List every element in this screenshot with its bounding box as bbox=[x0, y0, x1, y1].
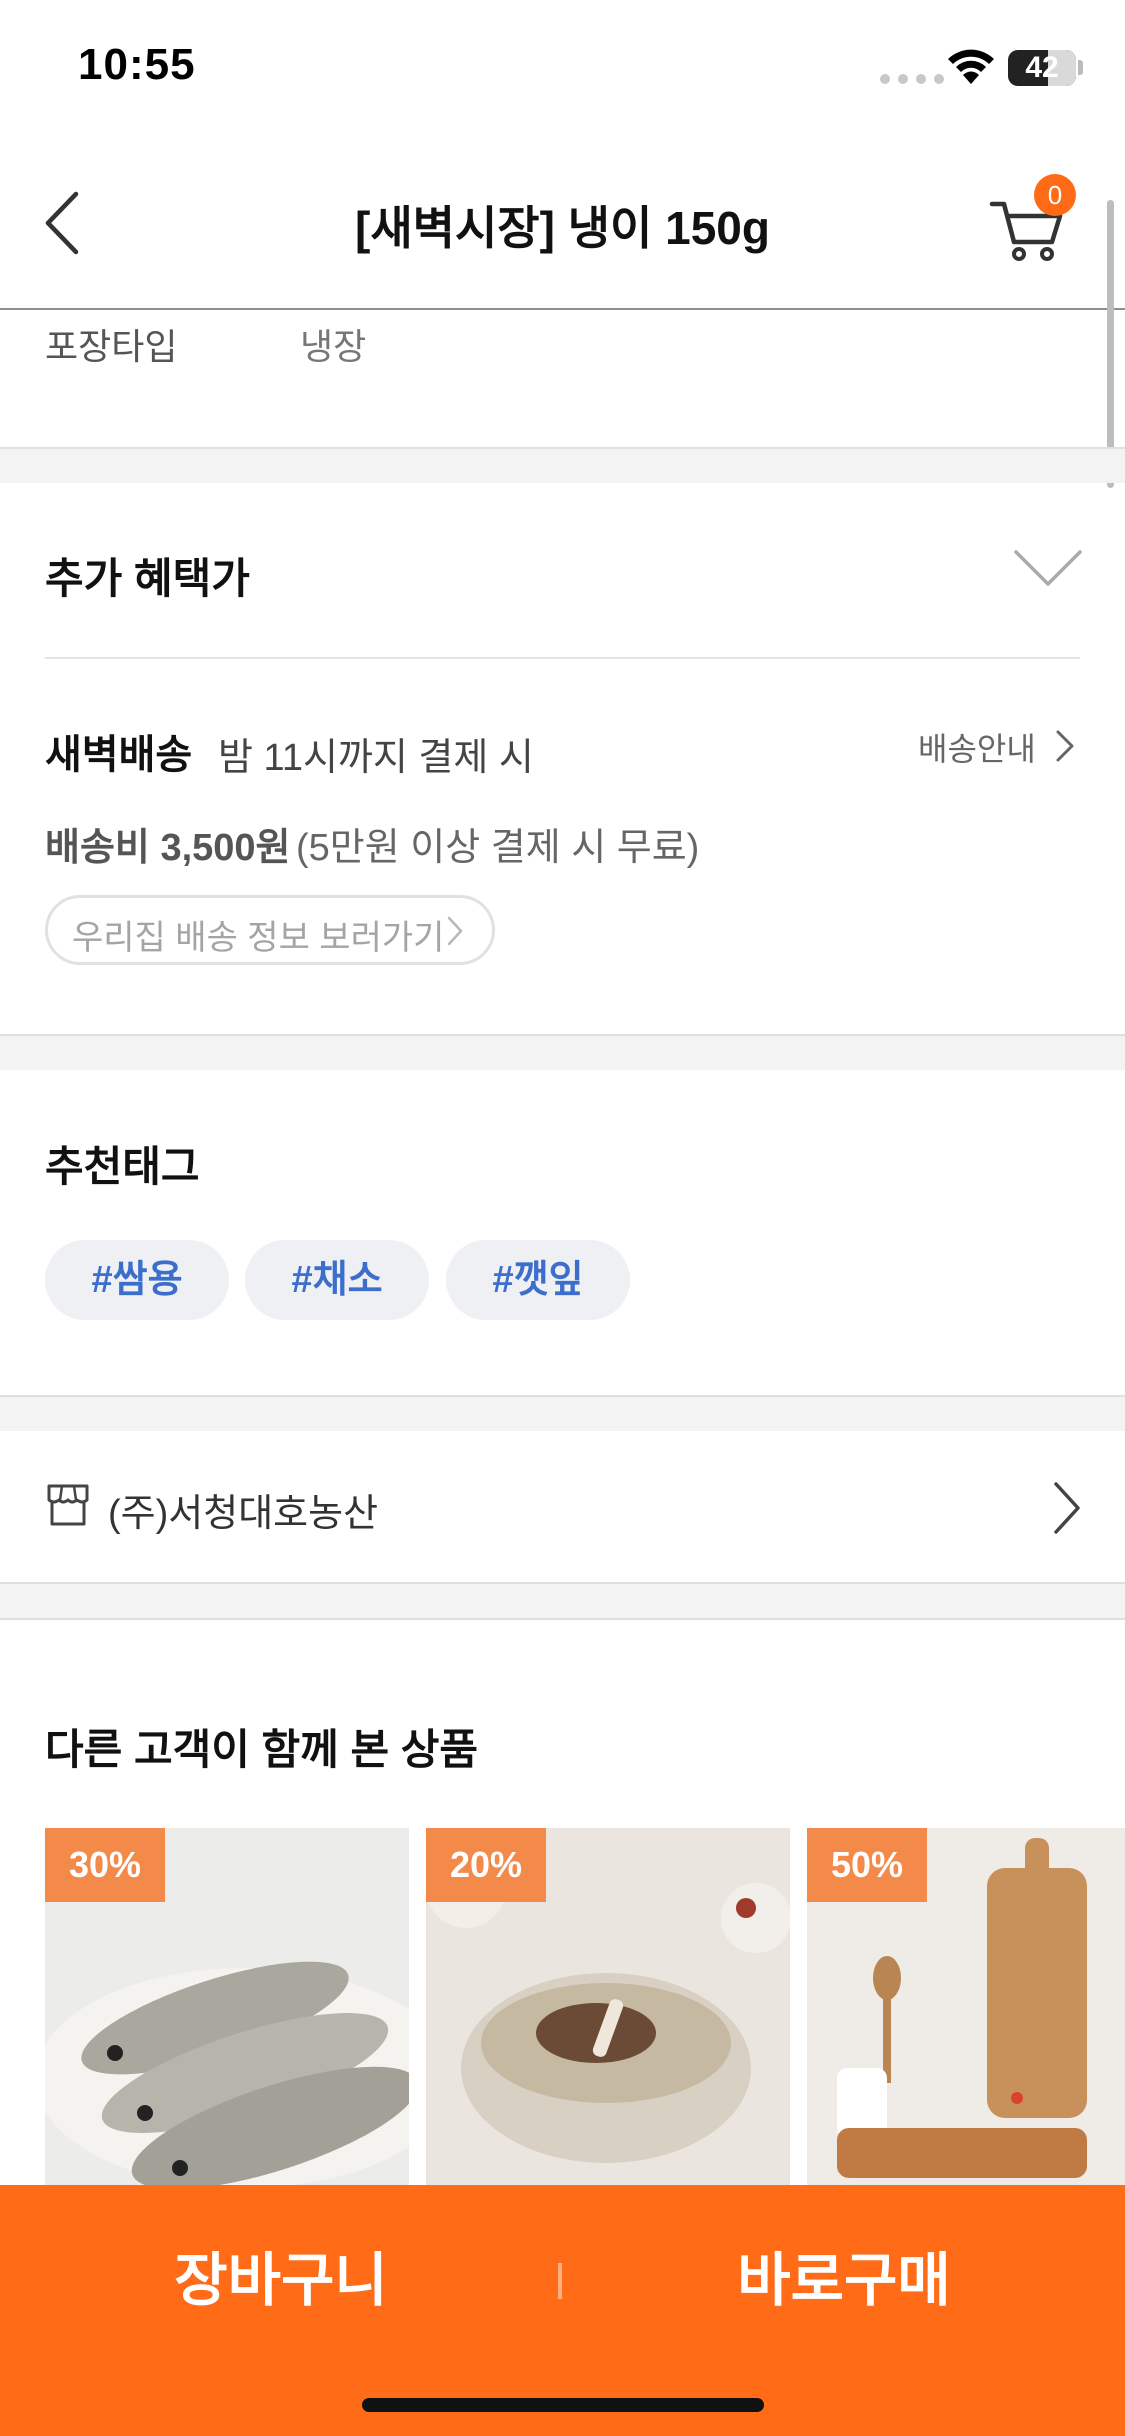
divider bbox=[45, 657, 1080, 659]
recommended-tags-title: 추천태그 bbox=[45, 1143, 200, 1190]
section-gap bbox=[0, 449, 1125, 483]
discount-badge: 20% bbox=[426, 1828, 546, 1902]
chevron-right-icon[interactable] bbox=[1052, 1480, 1082, 1536]
cart-count-badge: 0 bbox=[1034, 174, 1076, 216]
tag-chip[interactable]: #채소 bbox=[245, 1240, 429, 1320]
shipping-type: 새벽배송 bbox=[45, 733, 193, 777]
chevron-right-icon[interactable] bbox=[1054, 728, 1076, 764]
battery-icon: 42 bbox=[1008, 50, 1076, 86]
product-card[interactable]: 20% bbox=[426, 1828, 790, 2188]
cellular-signal-icon bbox=[880, 74, 944, 84]
battery-level: 42 bbox=[1025, 51, 1059, 84]
chevron-right-icon bbox=[447, 916, 463, 946]
scrollbar[interactable] bbox=[1107, 200, 1114, 488]
section-gap bbox=[0, 1036, 1125, 1070]
shipping-deadline: 밤 11시까지 결제 시 bbox=[218, 737, 534, 779]
product-card[interactable]: 50% bbox=[807, 1828, 1125, 2188]
button-separator bbox=[558, 2263, 562, 2299]
shipping-guide-link[interactable]: 배송안내 bbox=[918, 724, 1036, 770]
delivery-info-label: 우리집 배송 정보 보러가기 bbox=[72, 919, 445, 957]
seller-name[interactable]: (주)서청대호농산 bbox=[108, 1482, 378, 1537]
home-indicator[interactable] bbox=[362, 2398, 764, 2412]
section-gap bbox=[0, 1584, 1125, 1618]
packaging-value: 냉장 bbox=[300, 326, 367, 367]
benefit-title[interactable]: 추가 혜택가 bbox=[45, 545, 250, 606]
product-card[interactable]: 30% bbox=[45, 1828, 409, 2188]
discount-badge: 30% bbox=[45, 1828, 165, 1902]
section-gap bbox=[0, 1397, 1125, 1431]
tag-chip[interactable]: #깻잎 bbox=[446, 1240, 630, 1320]
chevron-down-icon[interactable] bbox=[1014, 548, 1082, 588]
delivery-info-button[interactable]: 우리집 배송 정보 보러가기 bbox=[45, 895, 495, 965]
store-icon bbox=[47, 1484, 89, 1526]
shipping-fee: 배송비 3,500원 bbox=[45, 827, 291, 869]
recommended-products-title: 다른 고객이 함께 본 상품 bbox=[45, 1726, 479, 1773]
add-to-cart-button[interactable]: 장바구니 bbox=[0, 2185, 562, 2365]
discount-badge: 50% bbox=[807, 1828, 927, 1902]
status-bar: 10:55 42 bbox=[0, 0, 1125, 140]
shipping-fee-note: (5만원 이상 결제 시 무료) bbox=[296, 827, 700, 869]
page-title: [새벽시장] 냉이 150g bbox=[355, 202, 770, 254]
battery-tip bbox=[1078, 60, 1083, 75]
tag-chip[interactable]: #쌈용 bbox=[45, 1240, 229, 1320]
top-navigation-bar: [새벽시장] 냉이 150g 0 bbox=[0, 140, 1125, 310]
status-time: 10:55 bbox=[78, 40, 196, 89]
packaging-label: 포장타입 bbox=[45, 326, 178, 367]
wifi-icon bbox=[948, 49, 994, 84]
buy-now-button[interactable]: 바로구매 bbox=[563, 2185, 1125, 2365]
divider bbox=[0, 1618, 1125, 1620]
